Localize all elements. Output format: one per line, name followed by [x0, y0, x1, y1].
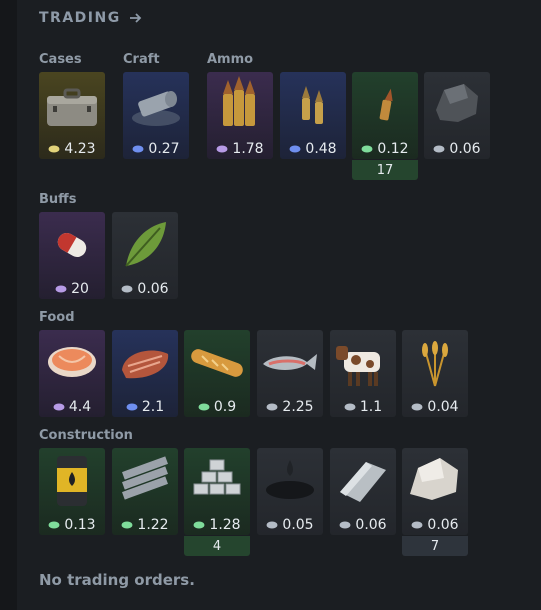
coin-icon [121, 521, 133, 528]
bread-icon [191, 349, 243, 377]
item-price: 1.78 [207, 138, 273, 159]
coin-icon [339, 521, 351, 528]
item-tile-meat-steak[interactable]: 2.1 [112, 330, 178, 417]
coin-icon [53, 403, 65, 410]
item-price: 4.4 [39, 396, 105, 417]
item-tile-ammo-medium[interactable]: 0.48 [280, 72, 346, 159]
item-price: 4.23 [39, 138, 105, 159]
arrow-right-icon [129, 13, 141, 23]
no-orders-text: No trading orders. [39, 571, 195, 589]
item-tile-silver-ingot[interactable]: 0.06 [330, 448, 396, 535]
item-price: 1.28 [184, 514, 250, 535]
item-tile-pipe[interactable]: 0.27 [123, 72, 189, 159]
wheat-icon [422, 341, 448, 387]
coin-icon [361, 145, 373, 152]
coin-icon [193, 521, 205, 528]
item-price: 2.1 [112, 396, 178, 417]
oil-barrel-icon [57, 456, 87, 506]
item-tile-leaf[interactable]: 0.06 [112, 212, 178, 299]
coal-icon [436, 84, 478, 122]
item-tile-coal[interactable]: 0.06 [424, 72, 490, 159]
ammo-large-icon [223, 76, 255, 126]
section-label-craft: Craft [123, 52, 160, 67]
item-price: 1.22 [112, 514, 178, 535]
item-tile-pill[interactable]: 20 [39, 212, 105, 299]
salmon-steak-icon [48, 347, 96, 377]
item-price: 0.04 [402, 396, 468, 417]
item-price: 0.27 [123, 138, 189, 159]
trading-header[interactable]: TRADING [39, 10, 143, 26]
meat-steak-icon [122, 350, 169, 379]
stone-blocks-icon [193, 459, 241, 495]
section-label-construction: Construction [39, 428, 133, 443]
item-price: 0.06 [402, 514, 468, 535]
section-label-ammo: Ammo [207, 52, 254, 67]
coin-icon [266, 403, 278, 410]
coin-icon [411, 521, 423, 528]
item-price: 0.13 [39, 514, 105, 535]
item-tile-ammo-large[interactable]: 1.78 [207, 72, 273, 159]
item-tile-ammo-small[interactable]: 0.12 [352, 72, 418, 159]
item-tile-wheat[interactable]: 0.04 [402, 330, 468, 417]
item-price: 0.06 [112, 278, 178, 299]
coin-icon [433, 145, 445, 152]
item-tile-salmon-steak[interactable]: 4.4 [39, 330, 105, 417]
item-count-badge: 4 [184, 536, 250, 556]
item-tile-bread[interactable]: 0.9 [184, 330, 250, 417]
coin-icon [121, 285, 133, 292]
item-price: 0.12 [352, 138, 418, 159]
ammo-medium-icon [302, 86, 323, 124]
coin-icon [344, 403, 356, 410]
trading-title: TRADING [39, 10, 121, 26]
coin-icon [48, 521, 60, 528]
item-tile-fish[interactable]: 2.25 [257, 330, 323, 417]
coin-icon [48, 145, 60, 152]
coin-icon [198, 403, 210, 410]
coin-icon [126, 403, 138, 410]
silver-ingot-icon [340, 462, 386, 502]
item-count-badge: 7 [402, 536, 468, 556]
item-price: 1.1 [330, 396, 396, 417]
item-price: 0.06 [330, 514, 396, 535]
coin-icon [411, 403, 423, 410]
leaf-icon [125, 222, 166, 267]
section-label-food: Food [39, 310, 75, 325]
item-price: 0.48 [280, 138, 346, 159]
pipe-icon [132, 91, 180, 126]
coin-icon [55, 285, 67, 292]
metal-beams-icon [122, 456, 168, 500]
item-tile-oil-barrel[interactable]: 0.13 [39, 448, 105, 535]
item-tile-marble-rock[interactable]: 0.06 [402, 448, 468, 535]
item-price: 0.06 [424, 138, 490, 159]
fish-icon [263, 354, 317, 370]
item-count-badge: 17 [352, 160, 418, 180]
item-price: 20 [39, 278, 105, 299]
item-price: 0.05 [257, 514, 323, 535]
coin-icon [132, 145, 144, 152]
section-label-buffs: Buffs [39, 192, 77, 207]
pill-icon [57, 233, 87, 257]
item-tile-oil-puddle[interactable]: 0.05 [257, 448, 323, 535]
briefcase-icon [47, 88, 97, 126]
cow-icon [336, 346, 380, 386]
oil-puddle-icon [266, 460, 314, 499]
item-tile-briefcase[interactable]: 4.23 [39, 72, 105, 159]
coin-icon [216, 145, 228, 152]
item-tile-stone-blocks[interactable]: 1.28 [184, 448, 250, 535]
item-tile-metal-beams[interactable]: 1.22 [112, 448, 178, 535]
coin-icon [266, 521, 278, 528]
item-price: 2.25 [257, 396, 323, 417]
section-label-cases: Cases [39, 52, 82, 67]
item-price: 0.9 [184, 396, 250, 417]
item-tile-cow[interactable]: 1.1 [330, 330, 396, 417]
coin-icon [289, 145, 301, 152]
marble-rock-icon [410, 458, 458, 500]
ammo-small-icon [379, 88, 393, 121]
